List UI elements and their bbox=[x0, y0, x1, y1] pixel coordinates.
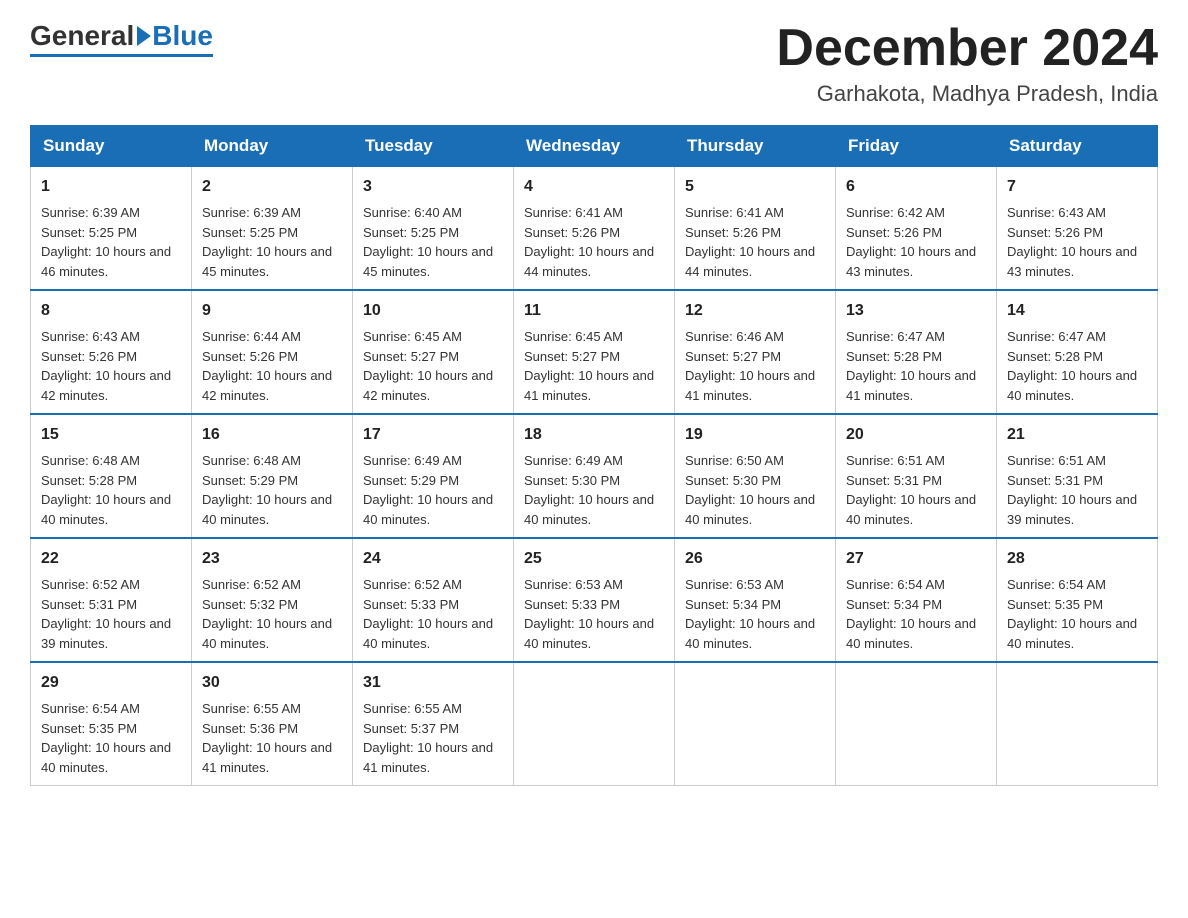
calendar-cell bbox=[836, 662, 997, 786]
day-number: 13 bbox=[846, 299, 986, 323]
calendar-cell: 13Sunrise: 6:47 AMSunset: 5:28 PMDayligh… bbox=[836, 290, 997, 414]
day-number: 6 bbox=[846, 175, 986, 199]
calendar-header-row: SundayMondayTuesdayWednesdayThursdayFrid… bbox=[31, 126, 1158, 167]
calendar-cell: 1Sunrise: 6:39 AMSunset: 5:25 PMDaylight… bbox=[31, 167, 192, 291]
header-thursday: Thursday bbox=[675, 126, 836, 167]
day-number: 15 bbox=[41, 423, 181, 447]
calendar-cell: 23Sunrise: 6:52 AMSunset: 5:32 PMDayligh… bbox=[192, 538, 353, 662]
calendar-cell: 15Sunrise: 6:48 AMSunset: 5:28 PMDayligh… bbox=[31, 414, 192, 538]
day-number: 8 bbox=[41, 299, 181, 323]
calendar-cell: 7Sunrise: 6:43 AMSunset: 5:26 PMDaylight… bbox=[997, 167, 1158, 291]
day-number: 11 bbox=[524, 299, 664, 323]
header-saturday: Saturday bbox=[997, 126, 1158, 167]
calendar-cell: 11Sunrise: 6:45 AMSunset: 5:27 PMDayligh… bbox=[514, 290, 675, 414]
calendar-cell: 10Sunrise: 6:45 AMSunset: 5:27 PMDayligh… bbox=[353, 290, 514, 414]
day-number: 17 bbox=[363, 423, 503, 447]
day-number: 29 bbox=[41, 671, 181, 695]
header-monday: Monday bbox=[192, 126, 353, 167]
calendar-cell: 25Sunrise: 6:53 AMSunset: 5:33 PMDayligh… bbox=[514, 538, 675, 662]
day-number: 14 bbox=[1007, 299, 1147, 323]
header-wednesday: Wednesday bbox=[514, 126, 675, 167]
logo-arrow-icon bbox=[137, 26, 151, 46]
title-area: December 2024 Garhakota, Madhya Pradesh,… bbox=[776, 20, 1158, 107]
week-row-3: 15Sunrise: 6:48 AMSunset: 5:28 PMDayligh… bbox=[31, 414, 1158, 538]
logo-general-text: General bbox=[30, 20, 134, 52]
day-number: 10 bbox=[363, 299, 503, 323]
calendar-cell: 21Sunrise: 6:51 AMSunset: 5:31 PMDayligh… bbox=[997, 414, 1158, 538]
day-number: 18 bbox=[524, 423, 664, 447]
calendar-cell: 3Sunrise: 6:40 AMSunset: 5:25 PMDaylight… bbox=[353, 167, 514, 291]
day-number: 12 bbox=[685, 299, 825, 323]
calendar-cell: 22Sunrise: 6:52 AMSunset: 5:31 PMDayligh… bbox=[31, 538, 192, 662]
header-tuesday: Tuesday bbox=[353, 126, 514, 167]
day-number: 31 bbox=[363, 671, 503, 695]
day-number: 7 bbox=[1007, 175, 1147, 199]
week-row-4: 22Sunrise: 6:52 AMSunset: 5:31 PMDayligh… bbox=[31, 538, 1158, 662]
calendar-cell: 14Sunrise: 6:47 AMSunset: 5:28 PMDayligh… bbox=[997, 290, 1158, 414]
calendar-cell: 16Sunrise: 6:48 AMSunset: 5:29 PMDayligh… bbox=[192, 414, 353, 538]
calendar-cell: 30Sunrise: 6:55 AMSunset: 5:36 PMDayligh… bbox=[192, 662, 353, 786]
logo: General Blue bbox=[30, 20, 213, 57]
calendar-cell: 2Sunrise: 6:39 AMSunset: 5:25 PMDaylight… bbox=[192, 167, 353, 291]
calendar-cell: 12Sunrise: 6:46 AMSunset: 5:27 PMDayligh… bbox=[675, 290, 836, 414]
day-number: 2 bbox=[202, 175, 342, 199]
day-number: 20 bbox=[846, 423, 986, 447]
calendar-table: SundayMondayTuesdayWednesdayThursdayFrid… bbox=[30, 125, 1158, 786]
calendar-cell: 31Sunrise: 6:55 AMSunset: 5:37 PMDayligh… bbox=[353, 662, 514, 786]
day-number: 23 bbox=[202, 547, 342, 571]
calendar-cell: 4Sunrise: 6:41 AMSunset: 5:26 PMDaylight… bbox=[514, 167, 675, 291]
calendar-cell: 6Sunrise: 6:42 AMSunset: 5:26 PMDaylight… bbox=[836, 167, 997, 291]
day-number: 5 bbox=[685, 175, 825, 199]
location-title: Garhakota, Madhya Pradesh, India bbox=[776, 81, 1158, 107]
header-friday: Friday bbox=[836, 126, 997, 167]
calendar-cell bbox=[675, 662, 836, 786]
week-row-5: 29Sunrise: 6:54 AMSunset: 5:35 PMDayligh… bbox=[31, 662, 1158, 786]
day-number: 4 bbox=[524, 175, 664, 199]
day-number: 28 bbox=[1007, 547, 1147, 571]
calendar-cell: 18Sunrise: 6:49 AMSunset: 5:30 PMDayligh… bbox=[514, 414, 675, 538]
calendar-cell: 9Sunrise: 6:44 AMSunset: 5:26 PMDaylight… bbox=[192, 290, 353, 414]
month-title: December 2024 bbox=[776, 20, 1158, 77]
day-number: 19 bbox=[685, 423, 825, 447]
logo-underline bbox=[30, 54, 213, 57]
day-number: 27 bbox=[846, 547, 986, 571]
calendar-cell: 29Sunrise: 6:54 AMSunset: 5:35 PMDayligh… bbox=[31, 662, 192, 786]
day-number: 25 bbox=[524, 547, 664, 571]
day-number: 16 bbox=[202, 423, 342, 447]
day-number: 30 bbox=[202, 671, 342, 695]
week-row-2: 8Sunrise: 6:43 AMSunset: 5:26 PMDaylight… bbox=[31, 290, 1158, 414]
calendar-cell: 20Sunrise: 6:51 AMSunset: 5:31 PMDayligh… bbox=[836, 414, 997, 538]
day-number: 9 bbox=[202, 299, 342, 323]
week-row-1: 1Sunrise: 6:39 AMSunset: 5:25 PMDaylight… bbox=[31, 167, 1158, 291]
page-header: General Blue December 2024 Garhakota, Ma… bbox=[30, 20, 1158, 107]
logo-blue-text: Blue bbox=[152, 20, 213, 52]
day-number: 3 bbox=[363, 175, 503, 199]
day-number: 21 bbox=[1007, 423, 1147, 447]
calendar-cell: 5Sunrise: 6:41 AMSunset: 5:26 PMDaylight… bbox=[675, 167, 836, 291]
calendar-cell: 17Sunrise: 6:49 AMSunset: 5:29 PMDayligh… bbox=[353, 414, 514, 538]
day-number: 24 bbox=[363, 547, 503, 571]
calendar-cell: 8Sunrise: 6:43 AMSunset: 5:26 PMDaylight… bbox=[31, 290, 192, 414]
calendar-cell: 19Sunrise: 6:50 AMSunset: 5:30 PMDayligh… bbox=[675, 414, 836, 538]
calendar-cell: 26Sunrise: 6:53 AMSunset: 5:34 PMDayligh… bbox=[675, 538, 836, 662]
calendar-cell: 28Sunrise: 6:54 AMSunset: 5:35 PMDayligh… bbox=[997, 538, 1158, 662]
day-number: 1 bbox=[41, 175, 181, 199]
calendar-cell bbox=[514, 662, 675, 786]
calendar-cell: 27Sunrise: 6:54 AMSunset: 5:34 PMDayligh… bbox=[836, 538, 997, 662]
day-number: 22 bbox=[41, 547, 181, 571]
calendar-cell bbox=[997, 662, 1158, 786]
calendar-cell: 24Sunrise: 6:52 AMSunset: 5:33 PMDayligh… bbox=[353, 538, 514, 662]
header-sunday: Sunday bbox=[31, 126, 192, 167]
day-number: 26 bbox=[685, 547, 825, 571]
